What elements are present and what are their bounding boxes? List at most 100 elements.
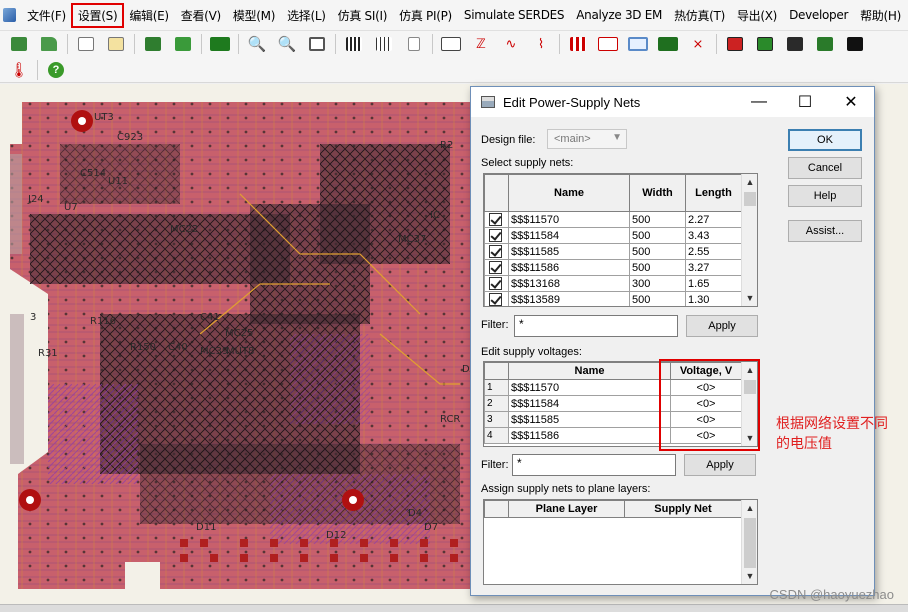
supply-nets-grid[interactable]: Name Width Length $$$11570 500 2.27 $$$1… (483, 173, 758, 307)
column-header-width[interactable]: Width (629, 174, 686, 212)
menu-analyze-3d-em[interactable]: Analyze 3D EM (571, 6, 667, 24)
table-row[interactable]: $$$11570 500 2.27 (484, 211, 742, 228)
zoom-out-icon[interactable]: 🔍 (277, 35, 297, 53)
mounting-hole (19, 489, 41, 511)
nets-icon[interactable] (441, 35, 461, 53)
menu-simulate-si[interactable]: 仿真 SI(I) (333, 5, 392, 26)
ok-button[interactable]: OK (788, 129, 862, 151)
column-header-name[interactable]: Name (508, 174, 630, 212)
menu-simulate-pi[interactable]: 仿真 PI(P) (394, 5, 457, 26)
column-header-name[interactable]: Name (508, 362, 671, 380)
open-folder-icon[interactable] (39, 35, 59, 53)
waveform-icon[interactable] (210, 35, 230, 53)
scroll-down-icon[interactable]: ▼ (742, 290, 757, 306)
voltages-filter-input[interactable]: * (512, 454, 676, 476)
scroll-down-icon[interactable]: ▼ (742, 568, 757, 584)
menu-export[interactable]: 导出(X) (732, 5, 782, 26)
net-checkbox[interactable] (489, 229, 502, 242)
pcb-refdes: C923 (117, 132, 144, 143)
dialog-app-icon (481, 96, 495, 108)
help-button[interactable]: Help (788, 185, 862, 207)
mounting-hole (342, 489, 364, 511)
net-width: 500 (629, 259, 686, 276)
probe-icon[interactable] (374, 35, 394, 53)
pcb-refdes: C40 (168, 342, 188, 353)
column-header-plane-layer[interactable]: Plane Layer (508, 500, 625, 518)
thermometer-icon[interactable]: 🌡 (9, 61, 29, 79)
menu-select[interactable]: 选择(L) (282, 5, 331, 26)
crosstalk-icon[interactable]: ⨯ (688, 35, 708, 53)
document-icon[interactable] (404, 35, 424, 53)
net-checkbox[interactable] (489, 213, 502, 226)
edit-file-icon[interactable] (76, 35, 96, 53)
table-row[interactable]: $$$11585 500 2.55 (484, 243, 742, 260)
app-logo-icon[interactable] (3, 8, 17, 22)
nets-filter-input[interactable]: * (514, 315, 678, 337)
net-width: 500 (629, 227, 686, 244)
menu-help[interactable]: 帮助(H) (855, 5, 906, 26)
design-file-select[interactable]: <main> ▼ (547, 129, 627, 149)
signal-icon[interactable]: ∿ (501, 35, 521, 53)
close-button[interactable]: ✕ (828, 92, 874, 112)
plane-layers-grid[interactable]: Plane Layer Supply Net ▲ ▼ (483, 499, 758, 585)
menu-model[interactable]: 模型(M) (228, 5, 280, 26)
menu-simulate-serdes[interactable]: Simulate SERDES (459, 6, 569, 24)
table-row[interactable]: $$$13168 300 1.65 (484, 275, 742, 292)
gate-icon[interactable] (658, 35, 678, 53)
row-number: 3 (484, 411, 509, 428)
coupled-lines-icon[interactable] (598, 35, 618, 53)
scroll-up-icon[interactable]: ▲ (742, 500, 757, 516)
board-green-icon[interactable] (755, 35, 775, 53)
maximize-button[interactable]: ☐ (782, 92, 828, 112)
save-icon[interactable] (173, 35, 193, 53)
bar-chart-icon[interactable] (785, 35, 805, 53)
menu-settings[interactable]: 设置(S) (70, 2, 125, 28)
net-name: $$$11586 (508, 427, 671, 444)
menu-thermal[interactable]: 热仿真(T) (669, 5, 730, 26)
column-header-supply-net[interactable]: Supply Net (624, 500, 742, 518)
help-icon[interactable]: ? (46, 61, 66, 79)
net-length: 1.65 (685, 275, 742, 292)
plane-scrollbar[interactable]: ▲ ▼ (741, 500, 757, 584)
net-checkbox[interactable] (489, 277, 502, 290)
pulse-icon[interactable]: ⌇ (531, 35, 551, 53)
net-name: $$$11570 (508, 379, 671, 396)
nets-scrollbar[interactable]: ▲ ▼ (741, 174, 757, 306)
net-width: 300 (629, 275, 686, 292)
menu-file[interactable]: 文件(F) (22, 5, 71, 26)
net-checkbox[interactable] (489, 245, 502, 258)
net-length: 3.27 (685, 259, 742, 276)
menu-view[interactable]: 查看(V) (176, 5, 226, 26)
cancel-button[interactable]: Cancel (788, 157, 862, 179)
capacitor-icon[interactable] (568, 35, 588, 53)
toolbar-separator (67, 34, 68, 54)
table-row[interactable]: $$$11584 500 3.43 (484, 227, 742, 244)
zoom-fit-icon[interactable] (307, 35, 327, 53)
stackup-icon[interactable] (143, 35, 163, 53)
minimize-button[interactable]: — (736, 93, 782, 111)
schematic-icon[interactable] (344, 35, 364, 53)
apply-filter-nets-button[interactable]: Apply (686, 315, 758, 337)
open-file-icon[interactable] (106, 35, 126, 53)
apply-filter-voltages-button[interactable]: Apply (684, 454, 756, 476)
net-checkbox[interactable] (489, 261, 502, 274)
column-header-length[interactable]: Length (685, 174, 742, 212)
scroll-up-icon[interactable]: ▲ (742, 174, 757, 190)
scroll-thumb[interactable] (744, 518, 756, 568)
pcb-refdes: U11 (108, 176, 129, 187)
menu-developer[interactable]: Developer (784, 6, 853, 24)
assist-button[interactable]: Assist... (788, 220, 862, 242)
net-checkbox[interactable] (489, 293, 502, 306)
chip-icon[interactable] (725, 35, 745, 53)
net-layer-icon[interactable] (9, 35, 29, 53)
scroll-thumb[interactable] (744, 192, 756, 206)
zoom-in-icon[interactable]: 🔍 (247, 35, 267, 53)
oscilloscope-icon[interactable] (628, 35, 648, 53)
table-row[interactable]: $$$13589 500 1.30 (484, 291, 742, 306)
impedance-icon[interactable]: ℤ (471, 35, 491, 53)
layer-grid-icon[interactable] (815, 35, 835, 53)
report-icon[interactable] (845, 35, 865, 53)
dialog-titlebar[interactable]: Edit Power-Supply Nets — ☐ ✕ (471, 87, 874, 117)
menu-edit[interactable]: 编辑(E) (124, 5, 173, 26)
table-row[interactable]: $$$11586 500 3.27 (484, 259, 742, 276)
